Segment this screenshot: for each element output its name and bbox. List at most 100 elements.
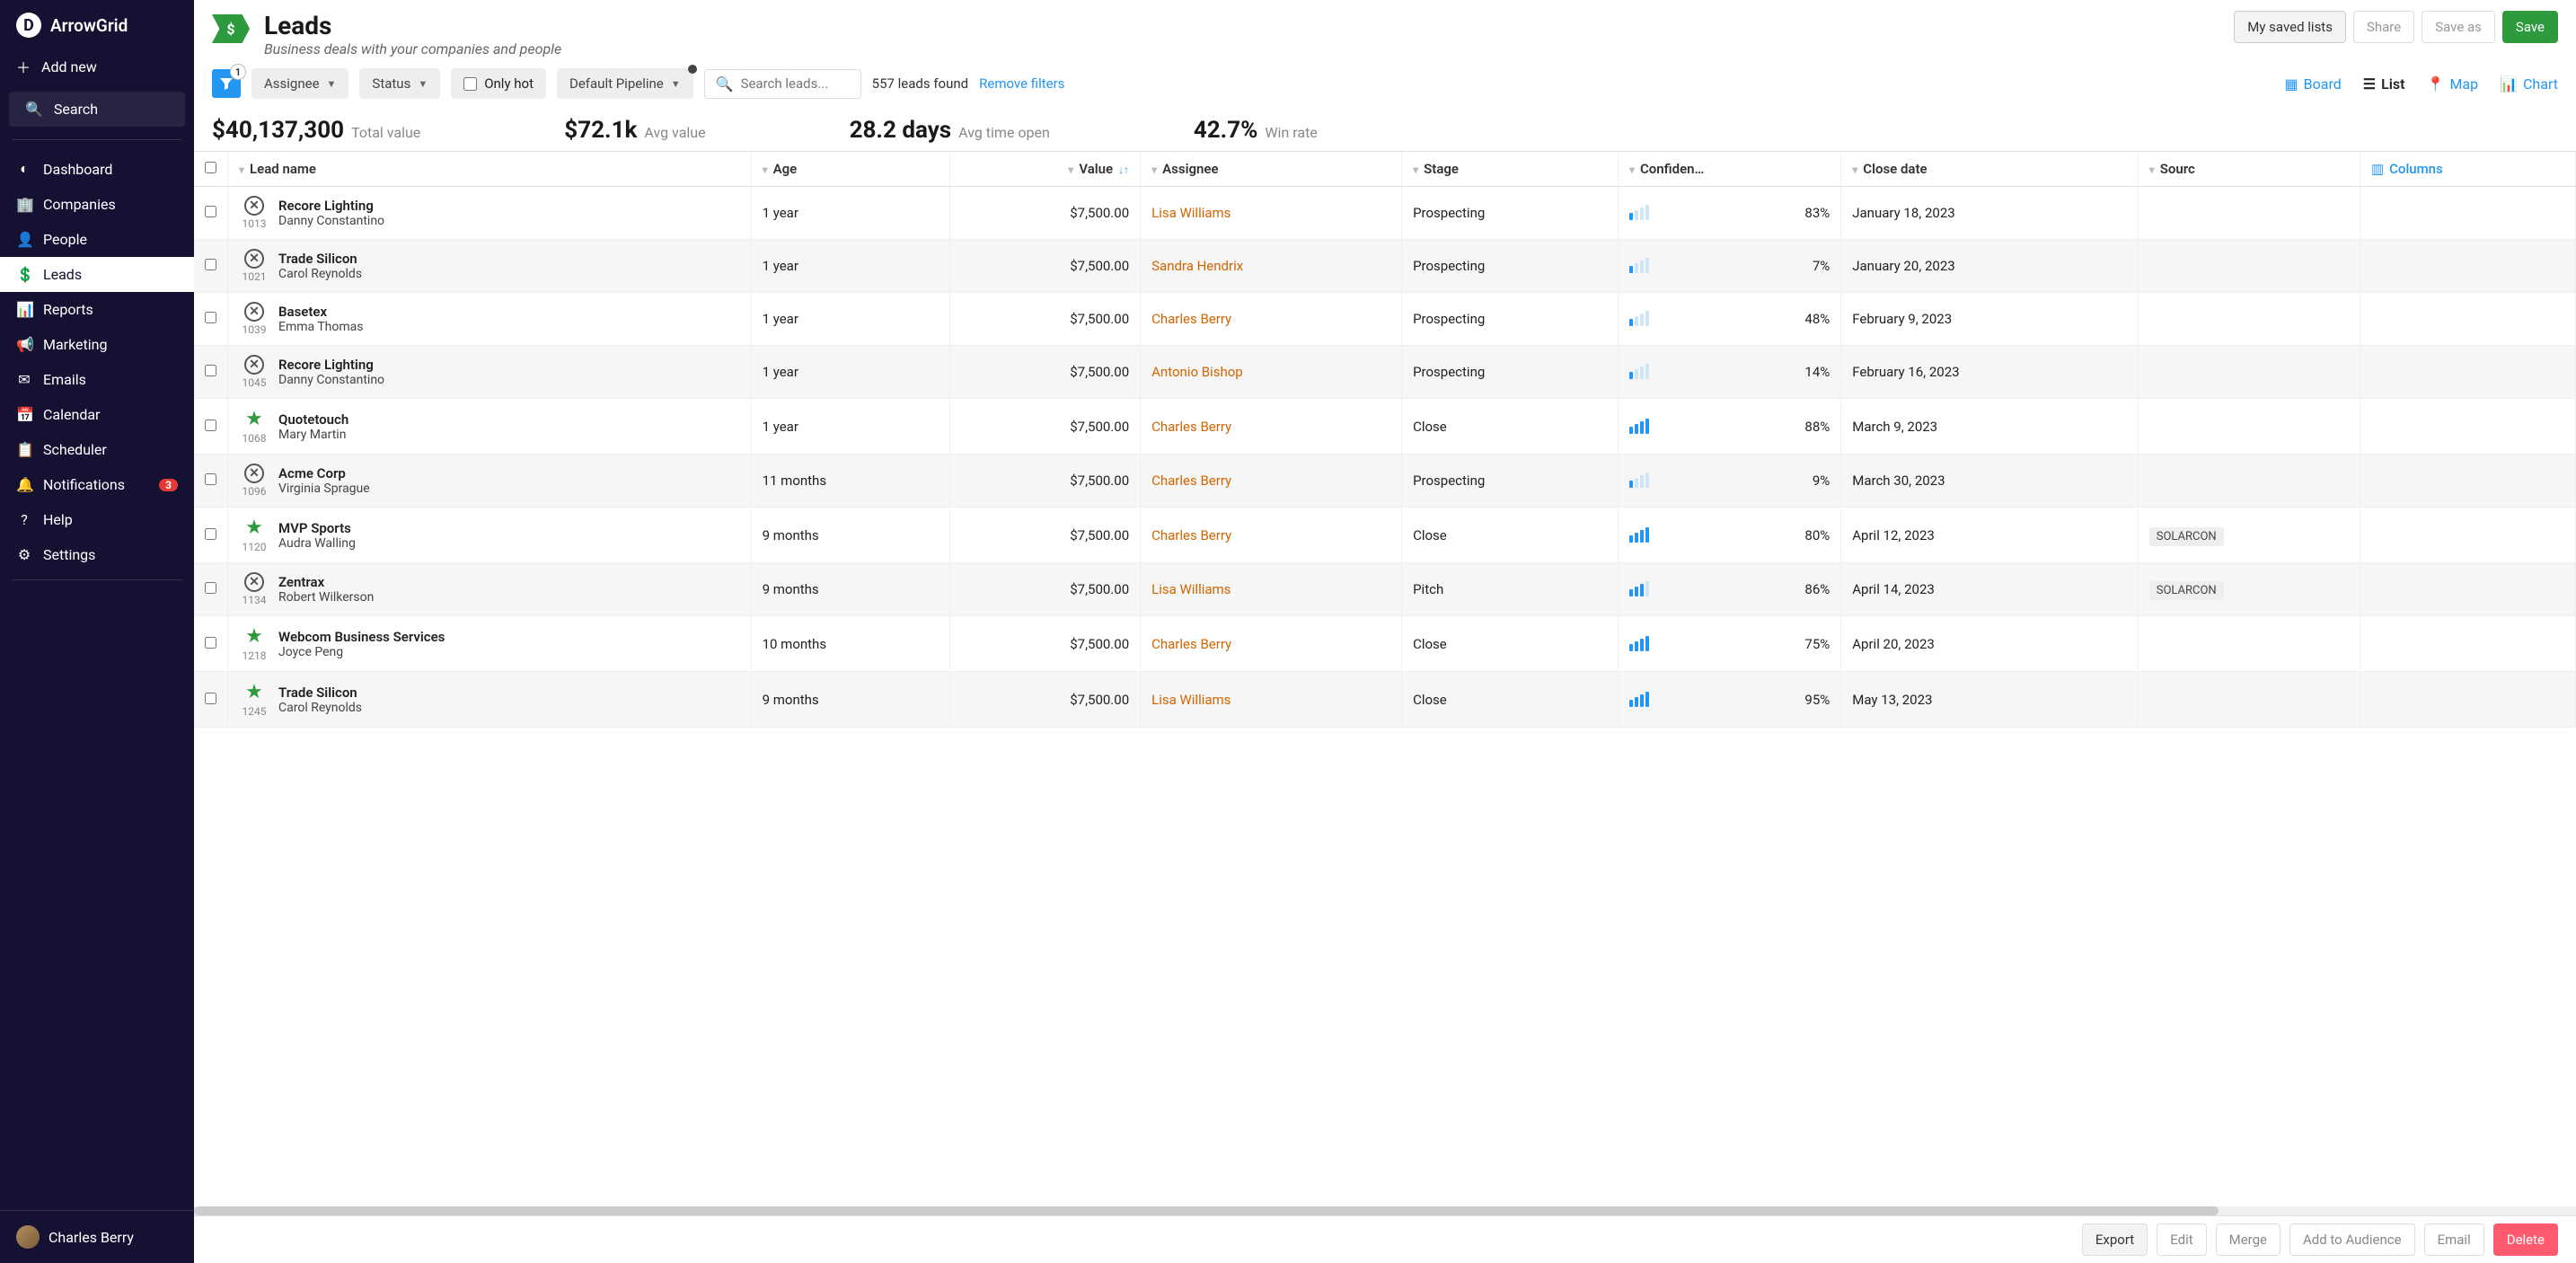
lead-person: Audra Walling: [278, 536, 356, 551]
search-leads-input[interactable]: [741, 75, 850, 92]
edit-button[interactable]: Edit: [2157, 1223, 2206, 1256]
col-source[interactable]: ▾Sourc: [2138, 152, 2360, 187]
table-row[interactable]: ✕1096Acme CorpVirginia Sprague11 months$…: [194, 455, 2576, 508]
sidebar-item-scheduler[interactable]: 📋Scheduler: [0, 432, 194, 467]
board-icon: ▦: [2285, 75, 2298, 93]
col-age[interactable]: ▾Age: [751, 152, 949, 187]
sidebar-item-marketing[interactable]: 📢Marketing: [0, 327, 194, 362]
horizontal-scrollbar[interactable]: [194, 1206, 2576, 1215]
assignee-filter[interactable]: Assignee▼: [251, 68, 348, 99]
sidebar-item-help[interactable]: ?Help: [0, 502, 194, 537]
sidebar-item-reports[interactable]: 📊Reports: [0, 292, 194, 327]
confidence-bars: [1629, 365, 1649, 379]
assignee-link[interactable]: Charles Berry: [1151, 527, 1231, 543]
save-as-button[interactable]: Save as: [2422, 11, 2495, 43]
lead-company: Trade Silicon: [278, 684, 362, 701]
col-lead-name[interactable]: ▾Lead name: [228, 152, 752, 187]
assignee-link[interactable]: Antonio Bishop: [1151, 364, 1243, 380]
confidence-pct: 48%: [1804, 311, 1830, 327]
confidence-pct: 86%: [1804, 581, 1830, 597]
table-row[interactable]: ★1218Webcom Business ServicesJoyce Peng1…: [194, 616, 2576, 672]
row-checkbox[interactable]: [205, 528, 216, 540]
col-value[interactable]: ▾Value↓↑: [949, 152, 1141, 187]
confidence-pct: 80%: [1804, 527, 1830, 543]
sidebar-item-settings[interactable]: ⚙Settings: [0, 537, 194, 572]
status-filter[interactable]: Status▼: [359, 68, 440, 99]
search-leads-box[interactable]: 🔍: [704, 69, 861, 99]
sidebar-item-calendar[interactable]: 📅Calendar: [0, 397, 194, 432]
merge-button[interactable]: Merge: [2216, 1223, 2280, 1256]
sidebar-item-leads[interactable]: 💲Leads: [0, 257, 194, 292]
filter-funnel-button[interactable]: 1: [212, 69, 241, 98]
add-to-audience-button[interactable]: Add to Audience: [2289, 1223, 2415, 1256]
add-new-button[interactable]: ＋ Add new: [0, 47, 194, 86]
row-checkbox[interactable]: [205, 206, 216, 217]
email-button[interactable]: Email: [2424, 1223, 2484, 1256]
cell-close-date: February 16, 2023: [1841, 346, 2138, 399]
row-checkbox[interactable]: [205, 312, 216, 323]
row-checkbox[interactable]: [205, 693, 216, 704]
assignee-link[interactable]: Charles Berry: [1151, 419, 1231, 435]
filter-icon: ▾: [1151, 163, 1157, 176]
assignee-link[interactable]: Lisa Williams: [1151, 205, 1231, 221]
assignee-link[interactable]: Lisa Williams: [1151, 581, 1231, 597]
sidebar-item-companies[interactable]: 🏢Companies: [0, 187, 194, 222]
export-button[interactable]: Export: [2082, 1223, 2148, 1256]
logo-row[interactable]: D ArrowGrid: [0, 0, 194, 47]
select-all-col[interactable]: [194, 152, 228, 187]
assignee-link[interactable]: Charles Berry: [1151, 473, 1231, 489]
view-tab-board[interactable]: ▦Board: [2285, 75, 2342, 93]
col-close-date[interactable]: ▾Close date: [1841, 152, 2138, 187]
table-scroll[interactable]: ▾Lead name ▾Age ▾Value↓↑ ▾Assignee ▾Stag…: [194, 151, 2576, 1206]
confidence-pct: 88%: [1804, 419, 1830, 435]
table-row[interactable]: ✕1134ZentraxRobert Wilkerson9 months$7,5…: [194, 563, 2576, 616]
emails-icon: ✉: [16, 371, 32, 388]
chevron-down-icon: ▼: [671, 78, 681, 90]
sidebar-item-emails[interactable]: ✉Emails: [0, 362, 194, 397]
sidebar-item-dashboard[interactable]: ◐Dashboard: [0, 151, 194, 187]
sidebar-item-notifications[interactable]: 🔔Notifications3: [0, 467, 194, 502]
lead-company: Webcom Business Services: [278, 629, 445, 645]
pipeline-filter[interactable]: Default Pipeline▼: [557, 68, 693, 99]
save-button[interactable]: Save: [2502, 11, 2558, 43]
view-tab-list[interactable]: ☰List: [2363, 75, 2405, 93]
row-checkbox[interactable]: [205, 582, 216, 594]
view-tab-chart[interactable]: 📊Chart: [2500, 75, 2558, 93]
page-subtitle: Business deals with your companies and p…: [264, 40, 561, 57]
only-hot-checkbox[interactable]: [463, 77, 477, 91]
delete-button[interactable]: Delete: [2493, 1223, 2558, 1256]
scrollbar-thumb[interactable]: [194, 1206, 2219, 1215]
assignee-link[interactable]: Charles Berry: [1151, 311, 1231, 327]
assignee-link[interactable]: Lisa Williams: [1151, 692, 1231, 708]
view-tab-map[interactable]: 📍Map: [2427, 75, 2479, 93]
row-checkbox[interactable]: [205, 473, 216, 485]
search-icon: 🔍: [716, 75, 734, 93]
cell-age: 9 months: [751, 508, 949, 563]
col-confidence[interactable]: ▾Confiden…: [1618, 152, 1840, 187]
only-hot-toggle[interactable]: Only hot: [451, 68, 546, 99]
row-checkbox[interactable]: [205, 637, 216, 649]
table-row[interactable]: ★1245Trade SiliconCarol Reynolds9 months…: [194, 672, 2576, 728]
row-checkbox[interactable]: [205, 259, 216, 270]
table-row[interactable]: ★1068QuotetouchMary Martin1 year$7,500.0…: [194, 399, 2576, 455]
lead-person: Carol Reynolds: [278, 267, 362, 281]
remove-filters-link[interactable]: Remove filters: [979, 75, 1064, 92]
user-row[interactable]: Charles Berry: [0, 1210, 194, 1263]
table-row[interactable]: ✕1021Trade SiliconCarol Reynolds1 year$7…: [194, 240, 2576, 293]
col-stage[interactable]: ▾Stage: [1402, 152, 1619, 187]
assignee-link[interactable]: Charles Berry: [1151, 636, 1231, 652]
share-button[interactable]: Share: [2353, 11, 2414, 43]
table-row[interactable]: ★1120MVP SportsAudra Walling9 months$7,5…: [194, 508, 2576, 563]
sidebar-item-people[interactable]: 👤People: [0, 222, 194, 257]
table-row[interactable]: ✕1045Recore LightingDanny Constantino1 y…: [194, 346, 2576, 399]
assignee-link[interactable]: Sandra Hendrix: [1151, 258, 1243, 274]
table-row[interactable]: ✕1013Recore LightingDanny Constantino1 y…: [194, 187, 2576, 240]
col-assignee[interactable]: ▾Assignee: [1141, 152, 1402, 187]
star-icon: ★: [245, 681, 263, 703]
my-saved-lists-button[interactable]: My saved lists: [2234, 11, 2346, 43]
table-row[interactable]: ✕1039BasetexEmma Thomas1 year$7,500.00Ch…: [194, 293, 2576, 346]
columns-config[interactable]: ▥Columns: [2360, 152, 2575, 187]
row-checkbox[interactable]: [205, 365, 216, 376]
row-checkbox[interactable]: [205, 420, 216, 431]
sidebar-search[interactable]: 🔍 Search: [9, 92, 185, 127]
